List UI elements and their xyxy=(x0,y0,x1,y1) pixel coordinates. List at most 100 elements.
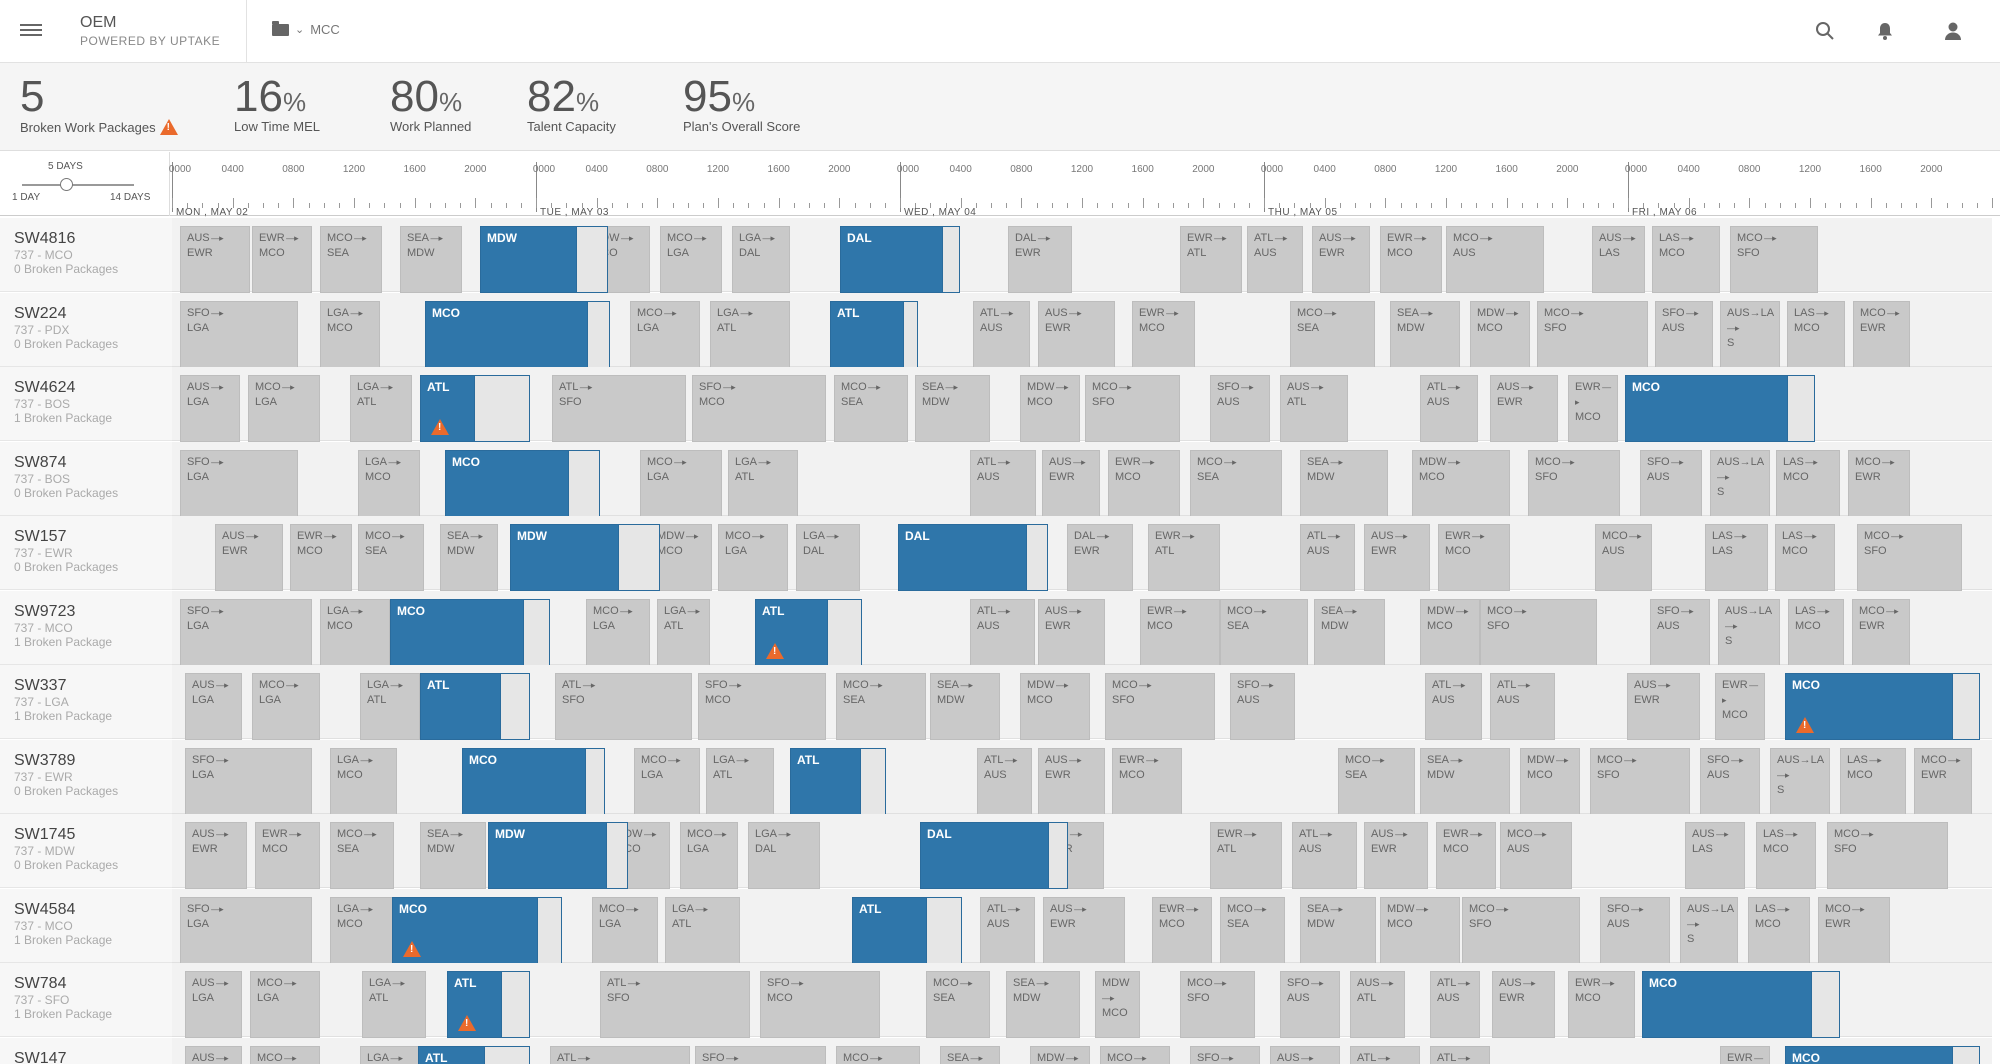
flight-block[interactable]: ATL —▸ AUS xyxy=(980,896,1035,964)
flight-block[interactable]: EWR —▸ MCO xyxy=(1568,375,1618,442)
flight-block[interactable]: AUS —▸ EWR xyxy=(1042,449,1100,517)
flight-block[interactable]: ATL —▸ AUS xyxy=(1300,524,1355,591)
flight-block[interactable]: ATL —▸ AUS xyxy=(1490,673,1555,740)
flight-block[interactable]: MCO —▸ LGA xyxy=(660,226,722,293)
menu-icon[interactable] xyxy=(20,21,42,41)
work-package[interactable]: MCO xyxy=(1785,1045,1980,1064)
flight-block[interactable]: ATL —▸ AUS xyxy=(1430,971,1480,1038)
flight-block[interactable]: AUS→LA —▸ S xyxy=(1770,747,1830,815)
flight-block[interactable]: LAS —▸ LAS xyxy=(1705,524,1768,591)
aircraft-info[interactable]: SW3789 737 - EWR 0 Broken Packages xyxy=(0,739,172,814)
flight-block[interactable]: LGA —▸ ATL xyxy=(362,971,426,1038)
flight-block[interactable]: MCO —▸ EWR xyxy=(1852,598,1910,666)
flight-block[interactable]: SFO —▸ AUS xyxy=(1230,673,1295,740)
flight-block[interactable]: SFO —▸ MCO xyxy=(692,375,826,442)
flight-block[interactable]: MCO —▸ LGA xyxy=(630,300,700,368)
flight-block[interactable]: LAS —▸ MCO xyxy=(1776,449,1840,517)
flight-block[interactable]: AUS —▸ xyxy=(1270,1045,1340,1064)
flight-block[interactable]: MCO —▸ SFO xyxy=(1105,673,1215,740)
flight-block[interactable]: LGA —▸ xyxy=(360,1045,420,1064)
work-package[interactable]: MDW xyxy=(510,524,660,591)
flight-block[interactable]: AUS→LA —▸ S xyxy=(1720,300,1780,368)
flight-block[interactable]: AUS —▸ EWR xyxy=(185,822,247,889)
flight-block[interactable]: MCO —▸ xyxy=(836,1045,920,1064)
flight-block[interactable]: ATL —▸ AUS xyxy=(970,598,1035,666)
work-package[interactable]: MCO xyxy=(1625,375,1815,442)
work-package[interactable]: ATL xyxy=(790,747,886,815)
flight-block[interactable]: LGA —▸ ATL xyxy=(706,747,774,815)
flight-block[interactable]: ATL —▸ AUS xyxy=(1425,673,1482,740)
flight-block[interactable]: EWR —▸ MCO xyxy=(255,822,320,889)
flight-block[interactable]: MCO —▸ SEA xyxy=(834,375,908,442)
flight-block[interactable]: SEA —▸ MDW xyxy=(930,673,1000,740)
flight-block[interactable]: MCO —▸ SEA xyxy=(330,822,394,889)
aircraft-info[interactable]: SW157 737 - EWR 0 Broken Packages xyxy=(0,516,172,590)
aircraft-info[interactable]: SW147 xyxy=(0,1037,172,1064)
flight-block[interactable]: LGA —▸ ATL xyxy=(360,673,420,740)
flight-block[interactable]: SFO —▸ AUS xyxy=(1280,971,1340,1038)
flight-block[interactable]: EWR —▸ MCO xyxy=(1436,822,1496,889)
flight-block[interactable]: ATL —▸ AUS xyxy=(1247,226,1303,293)
flight-block[interactable]: AUS —▸ LAS xyxy=(1592,226,1645,293)
flight-block[interactable]: MDW —▸MCO xyxy=(1520,747,1580,815)
flight-block[interactable]: MCO —▸ AUS xyxy=(1595,524,1652,591)
work-package[interactable]: MCO xyxy=(445,449,600,517)
work-package[interactable]: ATL xyxy=(418,1045,530,1064)
flight-block[interactable]: MCO —▸ AUS xyxy=(1500,822,1572,889)
flight-block[interactable]: ATL —▸ AUS xyxy=(977,747,1032,815)
flight-block[interactable]: MCO —▸ SEA xyxy=(1290,300,1375,368)
flight-block[interactable]: SEA —▸ MDW xyxy=(420,822,486,889)
bell-icon[interactable] xyxy=(1874,20,1896,42)
flight-block[interactable]: SFO —▸ xyxy=(695,1045,826,1064)
flight-block[interactable]: SFO —▸ AUS xyxy=(1210,375,1270,442)
work-package[interactable]: MDW xyxy=(488,822,628,889)
aircraft-info[interactable]: SW4624 737 - BOS 1 Broken Package xyxy=(0,367,172,441)
flight-block[interactable]: AUS —▸ EWR xyxy=(1038,300,1115,368)
flight-block[interactable]: SFO —▸ xyxy=(1190,1045,1260,1064)
flight-block[interactable]: EWR —▸ MCO xyxy=(252,226,312,293)
work-package[interactable]: ATL xyxy=(420,375,530,442)
flight-block[interactable]: MCO —▸ EWR xyxy=(1818,896,1890,964)
flight-block[interactable]: MCO —▸ SEA xyxy=(320,226,382,293)
flight-block[interactable]: EWR —▸ MCO xyxy=(1380,226,1442,293)
flight-block[interactable]: ATL —▸ SFO xyxy=(600,971,750,1038)
flight-block[interactable]: LGA —▸ DAL xyxy=(748,822,820,889)
work-package[interactable]: ATL xyxy=(755,598,862,666)
flight-block[interactable]: SFO —▸ AUS xyxy=(1640,449,1702,517)
flight-block[interactable]: SFO —▸ AUS xyxy=(1650,598,1710,666)
flight-block[interactable]: MCO —▸ SEA xyxy=(926,971,990,1038)
flight-block[interactable]: AUS —▸ EWR xyxy=(1364,524,1430,591)
flight-block[interactable]: SFO —▸ LGA xyxy=(180,449,298,517)
flight-block[interactable]: MCO —▸ SFO xyxy=(1730,226,1818,293)
flight-block[interactable]: LAS —▸ MCO xyxy=(1652,226,1720,293)
flight-block[interactable]: AUS —▸ xyxy=(185,1045,242,1064)
flight-block[interactable]: AUS —▸ LGA xyxy=(185,673,242,740)
flight-block[interactable]: EWR —▸ MCO xyxy=(1132,300,1195,368)
flight-block[interactable]: LGA —▸ MCO xyxy=(330,747,397,815)
flight-block[interactable]: SFO —▸ AUS xyxy=(1600,896,1670,964)
flight-block[interactable]: MCO —▸ LGA xyxy=(248,375,320,442)
flight-block[interactable]: DAL —▸ EWR xyxy=(1008,226,1072,293)
flight-block[interactable]: EWR —▸ xyxy=(1720,1045,1770,1064)
flight-block[interactable]: MCO —▸ SEA xyxy=(836,673,926,740)
flight-block[interactable]: AUS —▸ EWR xyxy=(1490,375,1558,442)
flight-block[interactable]: SEA —▸ MDW xyxy=(1006,971,1080,1038)
zoom-handle[interactable] xyxy=(60,178,73,191)
flight-block[interactable]: MCO —▸ SFO xyxy=(1462,896,1580,964)
flight-block[interactable]: AUS→LA —▸ S xyxy=(1710,449,1770,517)
flight-block[interactable]: AUS —▸ LGA xyxy=(180,375,240,442)
flight-block[interactable]: AUS→LA —▸ S xyxy=(1680,896,1738,964)
flight-block[interactable]: MCO —▸ EWR xyxy=(1853,300,1910,368)
work-package[interactable]: ATL xyxy=(420,673,530,740)
work-package[interactable]: DAL xyxy=(840,226,960,293)
flight-block[interactable]: EWR —▸ MCO xyxy=(1438,524,1510,591)
zoom-slider[interactable]: 5 DAYS 1 DAY 14 DAYS xyxy=(0,152,170,216)
flight-block[interactable]: LGA —▸ MCO xyxy=(320,598,390,666)
flight-block[interactable]: AUS —▸ EWR xyxy=(1038,747,1105,815)
flight-block[interactable]: EWR —▸ MCO xyxy=(290,524,352,591)
work-package[interactable]: ATL xyxy=(852,896,962,964)
aircraft-info[interactable]: SW784 737 - SFO 1 Broken Package xyxy=(0,963,172,1037)
flight-block[interactable]: LGA —▸ ATL xyxy=(657,598,710,666)
work-package[interactable]: DAL xyxy=(898,524,1048,591)
flight-block[interactable]: MDW —▸MCO xyxy=(1095,971,1140,1038)
